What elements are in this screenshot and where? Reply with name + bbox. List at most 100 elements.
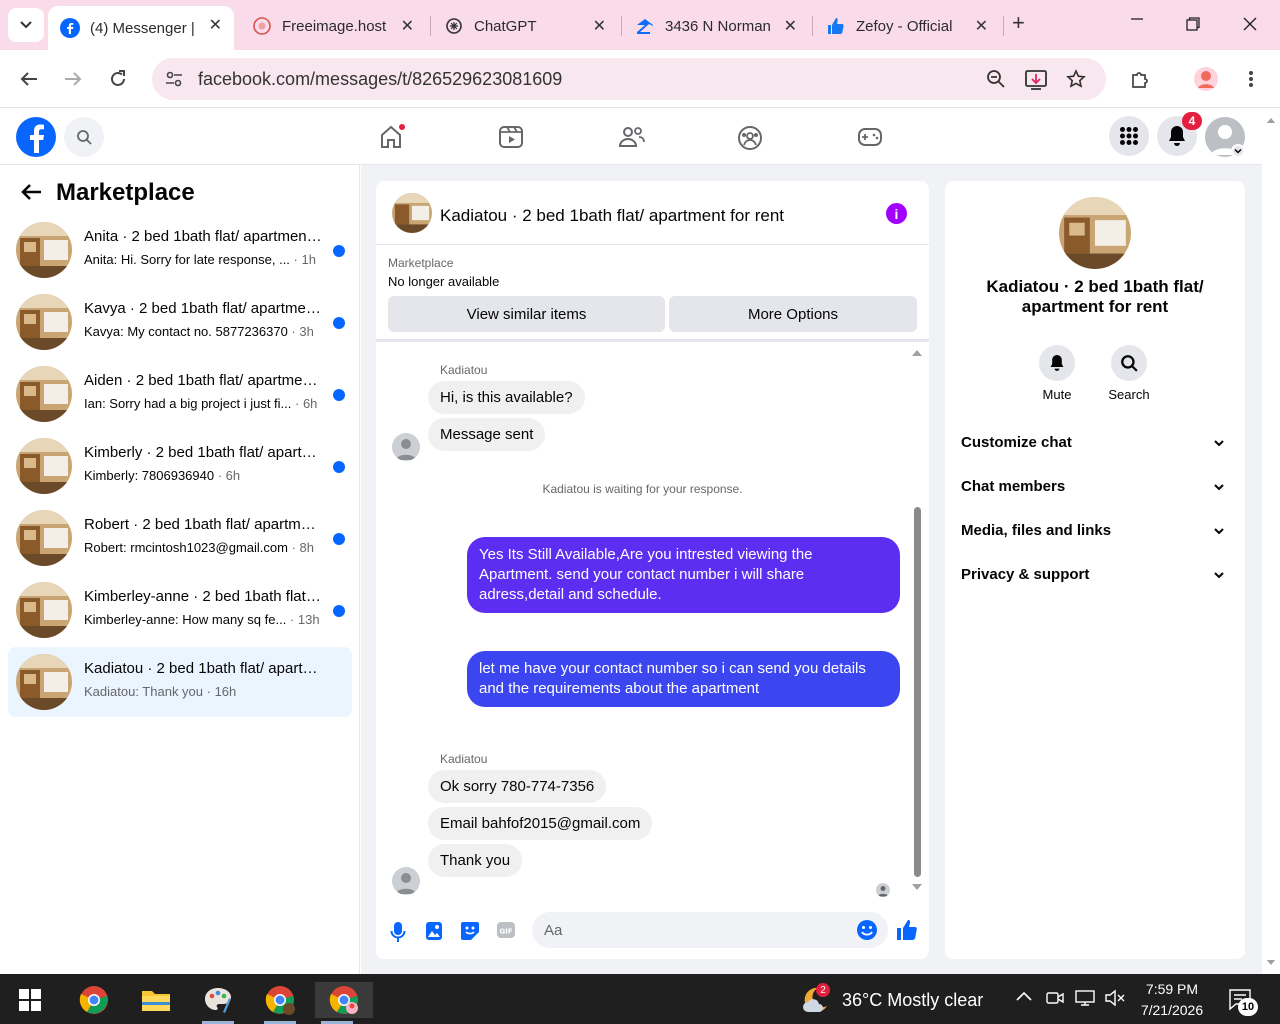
url-text[interactable]: facebook.com/messages/t/826529623081609 [198,69,562,90]
tab-zillow[interactable]: 3436 N Norman ✕ [623,7,809,45]
svg-text:GIF: GIF [499,928,512,936]
close-tab-icon[interactable]: ✕ [784,16,797,36]
listing-thumbnail[interactable] [392,193,432,233]
customize-chat-section[interactable]: Customize chat [961,434,1229,466]
zoom-icon[interactable] [986,69,1006,89]
more-options-button[interactable]: More Options [669,296,917,332]
back-arrow-icon[interactable] [16,66,42,92]
conversation-item[interactable]: Kimberley-anne · 2 bed 1bath flat/ apart… [8,575,352,645]
sticker-icon[interactable] [460,921,480,941]
minimize-icon[interactable] [1130,12,1144,26]
taskbar-chrome[interactable] [72,982,116,1018]
unread-dot [333,245,345,257]
chat-title[interactable]: Kadiatou · 2 bed 1bath flat/ apartment f… [440,206,784,226]
message-bubble-sent: Yes Its Still Available,Are you intreste… [467,537,900,613]
close-tab-icon[interactable]: ✕ [401,16,414,36]
message-bubble-received: Ok sorry 780-774-7356 [428,770,607,803]
scroll-down-arrow-icon[interactable] [1266,959,1276,966]
search-in-chat-button[interactable]: Search [1099,345,1159,402]
tab-separator [1003,16,1004,36]
media-files-links-section[interactable]: Media, files and links [961,522,1229,554]
message-bubble-received: Thank you [428,844,523,877]
message-input-placeholder: Aa [544,922,563,939]
video-icon[interactable] [498,125,524,149]
taskbar-chrome-active[interactable] [315,982,373,1024]
taskbar-file-explorer[interactable] [134,982,178,1018]
scroll-up-arrow-icon[interactable] [911,349,923,357]
taskbar-paint[interactable] [196,982,240,1024]
back-arrow-icon[interactable] [20,183,42,201]
network-icon[interactable] [1074,989,1096,1007]
reload-icon[interactable] [105,66,131,92]
friends-icon[interactable] [618,125,646,149]
like-thumbs-up-icon[interactable] [896,919,918,941]
conversation-item[interactable]: Robert · 2 bed 1bath flat/ apartment for… [8,503,352,573]
emoji-icon[interactable] [856,919,878,941]
forward-arrow-icon[interactable] [60,66,86,92]
bookmark-star-icon[interactable] [1066,69,1086,89]
profile-avatar-icon[interactable] [1193,66,1219,92]
notification-center-icon[interactable]: 10 [1228,988,1258,1016]
gaming-icon[interactable] [857,127,883,147]
scroll-down-arrow-icon[interactable] [911,883,923,891]
weather-moon-icon: 2 [800,983,832,1015]
conversation-preview: Kimberly: 7806936940 · 6h [84,468,241,483]
chat-members-section[interactable]: Chat members [961,478,1229,510]
chrome-icon [265,985,295,1015]
groups-icon[interactable] [737,125,763,151]
conversation-item[interactable]: Kavya · 2 bed 1bath flat/ apartment for … [8,287,352,357]
close-tab-icon[interactable]: ✕ [975,16,988,36]
conversation-name: Anita · 2 bed 1bath flat/ apartment for … [84,228,324,245]
message-input[interactable]: Aa [532,912,888,948]
restore-icon[interactable] [1186,17,1200,31]
page-scrollbar[interactable] [1262,109,1280,974]
close-window-icon[interactable] [1243,17,1257,31]
conversation-item-selected[interactable]: Kadiatou · 2 bed 1bath flat/ apartment f… [8,647,352,717]
search-icon [1120,354,1138,372]
scroll-up-arrow-icon[interactable] [1266,117,1276,124]
bell-icon [1167,125,1187,147]
camera-icon[interactable] [1046,989,1064,1007]
system-clock[interactable]: 7:59 PM 7/21/2026 [1130,979,1214,1021]
view-similar-items-button[interactable]: View similar items [388,296,665,332]
sender-avatar[interactable] [392,867,420,895]
weather-widget[interactable]: 2 36°C Mostly clear [800,982,983,1018]
listing-thumbnail[interactable] [1059,197,1131,269]
facebook-search-button[interactable] [64,117,104,157]
close-tab-icon[interactable]: ✕ [209,15,222,35]
chat-scrollbar-thumb[interactable] [914,507,921,877]
facebook-logo-icon[interactable] [16,117,56,157]
sender-avatar[interactable] [392,433,420,461]
chevron-up-icon[interactable] [1016,991,1032,1001]
home-icon[interactable] [379,124,407,150]
start-button[interactable] [8,982,52,1018]
tab-zefoy[interactable]: Zefoy - Official ✕ [814,7,1000,45]
mute-button[interactable]: Mute [1027,345,1087,402]
account-chevron-icon[interactable] [1231,144,1245,158]
tab-search-button[interactable] [8,8,44,42]
extensions-icon[interactable] [1127,66,1153,92]
tab-label: ChatGPT [474,17,537,35]
tab-label: Freeimage.host [282,17,387,35]
browser-menu-icon[interactable] [1238,66,1264,92]
conversation-item[interactable]: Anita · 2 bed 1bath flat/ apartment for … [8,215,352,285]
chevron-down-icon [19,20,33,30]
microphone-icon[interactable] [390,921,406,943]
install-app-icon[interactable] [1024,69,1048,91]
privacy-support-section[interactable]: Privacy & support [961,566,1229,598]
gif-icon[interactable]: GIF [496,921,516,939]
menu-grid-button[interactable] [1109,116,1149,156]
taskbar-chrome-profile[interactable] [258,982,302,1024]
site-settings-icon[interactable] [164,69,184,89]
tab-messenger[interactable]: (4) Messenger | ✕ [48,6,234,50]
conversation-item[interactable]: Kimberly · 2 bed 1bath flat/ apartment f… [8,431,352,501]
conversation-item[interactable]: Aiden · 2 bed 1bath flat/ apartment for … [8,359,352,429]
photo-icon[interactable] [425,921,443,941]
tab-chatgpt[interactable]: ChatGPT ✕ [432,7,618,45]
info-icon[interactable]: i [886,203,907,224]
volume-muted-icon[interactable] [1104,989,1126,1007]
tab-freeimage[interactable]: Freeimage.host ✕ [240,7,426,45]
address-bar[interactable]: facebook.com/messages/t/826529623081609 [152,58,1106,100]
new-tab-button[interactable]: + [1012,10,1025,36]
close-tab-icon[interactable]: ✕ [593,16,606,36]
